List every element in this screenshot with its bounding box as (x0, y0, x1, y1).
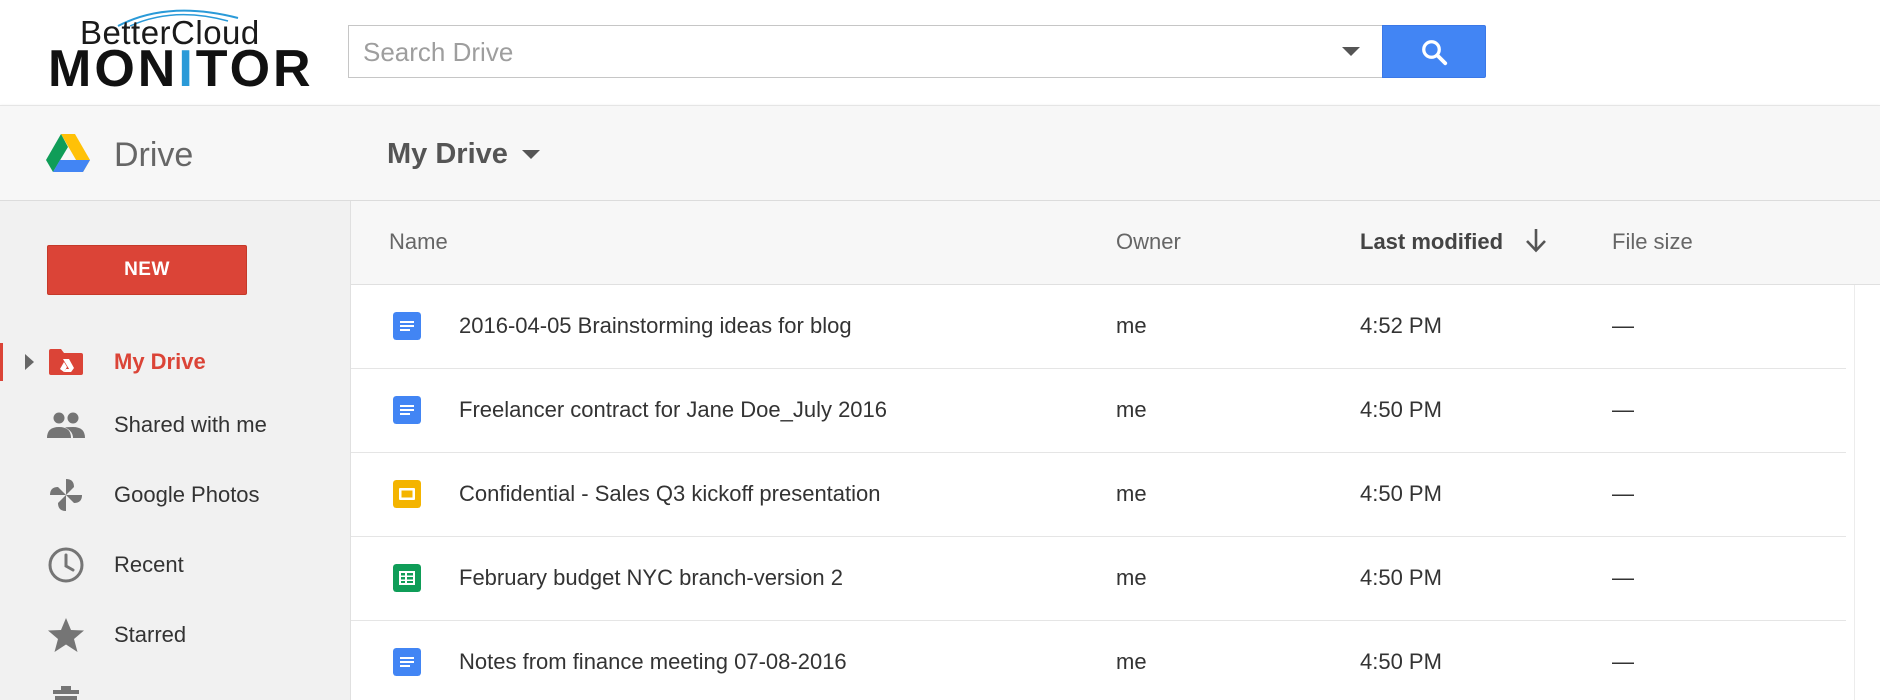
sidebar-item-label: Starred (114, 622, 187, 647)
location-menu-label: My Drive (387, 138, 508, 170)
search-icon (1422, 39, 1448, 65)
sidebar: NEW My Drive Shared with me Google Photo… (0, 201, 350, 700)
file-owner: me (1116, 481, 1147, 506)
google-slides-icon (393, 480, 421, 508)
bettercloud-monitor-logo[interactable]: BetterCloud MONITOR (48, 6, 311, 96)
sidebar-item-shared-with-me[interactable]: Shared with me (0, 396, 350, 454)
my-drive-folder-icon (46, 346, 86, 378)
column-header-owner[interactable]: Owner (1116, 229, 1181, 255)
file-name[interactable]: 2016-04-05 Brainstorming ideas for blog (459, 313, 852, 339)
file-owner: me (1116, 313, 1147, 338)
file-size: — (1612, 313, 1634, 338)
google-drive-logo-icon[interactable] (46, 134, 90, 174)
app-title: Drive (114, 136, 194, 174)
file-owner: me (1116, 397, 1147, 422)
table-row[interactable]: Notes from finance meeting 07-08-2016 me… (351, 621, 1846, 700)
sidebar-item-label: Recent (114, 552, 184, 577)
scrollbar[interactable] (1854, 285, 1880, 700)
expand-arrow-icon[interactable] (25, 354, 34, 370)
file-size: — (1612, 481, 1634, 506)
list-header: Name Owner Last modified File size (351, 201, 1880, 285)
search-options-dropdown-icon[interactable] (1342, 47, 1360, 56)
sidebar-item-label: Google Photos (114, 482, 260, 507)
table-row[interactable]: 2016-04-05 Brainstorming ideas for blog … (351, 285, 1846, 369)
sidebar-item-google-photos[interactable]: Google Photos (0, 466, 350, 524)
column-header-last-modified[interactable]: Last modified (1360, 229, 1503, 255)
file-size: — (1612, 649, 1634, 674)
location-menu[interactable]: My Drive (387, 138, 540, 171)
logo-text-bottom: MONITOR (48, 40, 314, 98)
file-last-modified: 4:50 PM (1360, 481, 1442, 506)
sidebar-item-recent[interactable]: Recent (0, 536, 350, 594)
column-header-file-size[interactable]: File size (1612, 229, 1693, 255)
sidebar-item-label: Shared with me (114, 412, 267, 437)
sidebar-item-trash[interactable] (0, 676, 350, 700)
sidebar-item-my-drive[interactable]: My Drive (0, 333, 350, 391)
drive-header: Drive My Drive (0, 105, 1880, 201)
google-sheets-icon (393, 564, 421, 592)
chevron-down-icon (521, 150, 540, 159)
photos-pinwheel-icon (46, 479, 86, 511)
trash-icon (46, 686, 86, 700)
file-last-modified: 4:52 PM (1360, 313, 1442, 338)
sidebar-item-label: My Drive (114, 349, 206, 374)
file-size: — (1612, 397, 1634, 422)
arrow-down-icon[interactable] (1523, 225, 1549, 255)
file-owner: me (1116, 565, 1147, 590)
top-bar: BetterCloud MONITOR (0, 0, 1880, 105)
search-button[interactable] (1382, 25, 1486, 78)
file-name[interactable]: Confidential - Sales Q3 kickoff presenta… (459, 481, 881, 507)
google-docs-icon (393, 648, 421, 676)
file-last-modified: 4:50 PM (1360, 397, 1442, 422)
new-button[interactable]: NEW (47, 245, 247, 295)
google-docs-icon (393, 312, 421, 340)
people-icon (46, 409, 86, 441)
table-row[interactable]: February budget NYC branch-version 2 me … (351, 537, 1846, 621)
file-last-modified: 4:50 PM (1360, 649, 1442, 674)
file-owner: me (1116, 649, 1147, 674)
file-list: Name Owner Last modified File size 2016-… (350, 201, 1880, 700)
table-row[interactable]: Freelancer contract for Jane Doe_July 20… (351, 369, 1846, 453)
table-row[interactable]: Confidential - Sales Q3 kickoff presenta… (351, 453, 1846, 537)
file-size: — (1612, 565, 1634, 590)
search-box (348, 25, 1383, 78)
file-last-modified: 4:50 PM (1360, 565, 1442, 590)
google-docs-icon (393, 396, 421, 424)
sidebar-item-starred[interactable]: Starred (0, 606, 350, 664)
search-input[interactable] (363, 34, 1313, 70)
file-name[interactable]: Freelancer contract for Jane Doe_July 20… (459, 397, 887, 423)
file-name[interactable]: February budget NYC branch-version 2 (459, 565, 843, 591)
column-header-name[interactable]: Name (389, 229, 448, 255)
file-name[interactable]: Notes from finance meeting 07-08-2016 (459, 649, 847, 675)
clock-icon (46, 547, 86, 583)
star-icon (46, 618, 86, 652)
